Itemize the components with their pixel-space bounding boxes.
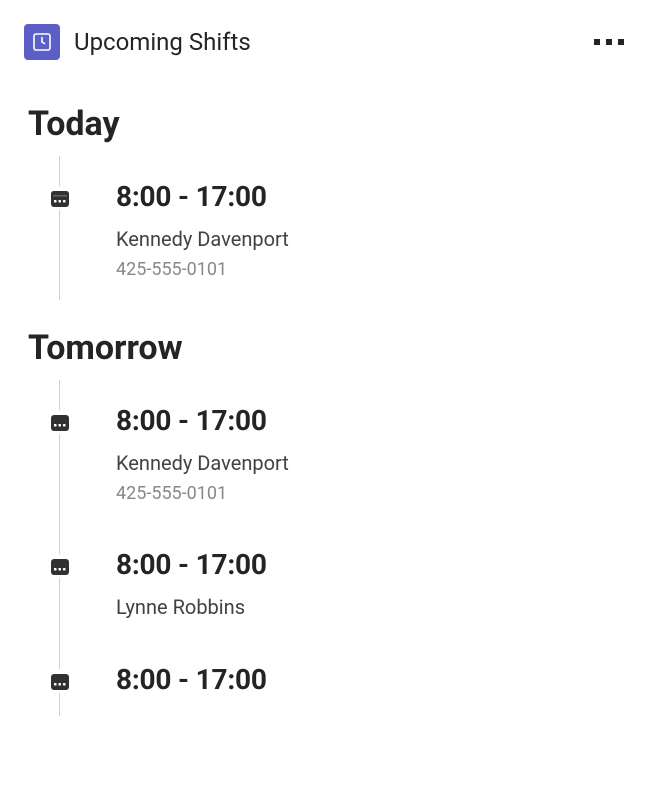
- calendar-icon: [48, 554, 72, 578]
- section-title: Today: [28, 104, 628, 144]
- more-icon: [618, 39, 624, 45]
- more-button[interactable]: [586, 31, 632, 53]
- clock-icon: [24, 24, 60, 60]
- header: Upcoming Shifts: [0, 0, 656, 76]
- section-tomorrow: Tomorrow 8:00 - 17:00 Kennedy Davenport …: [0, 328, 656, 716]
- shift-time: 8:00 - 17:00: [116, 663, 267, 696]
- shift-item[interactable]: 8:00 - 17:00 Lynne Robbins: [28, 524, 628, 639]
- shift-content: 8:00 - 17:00: [72, 663, 267, 696]
- timeline: 8:00 - 17:00 Kennedy Davenport 425-555-0…: [28, 156, 628, 300]
- timeline: 8:00 - 17:00 Kennedy Davenport 425-555-0…: [28, 380, 628, 716]
- more-icon: [606, 39, 612, 45]
- section-title: Tomorrow: [28, 328, 628, 368]
- shift-item[interactable]: 8:00 - 17:00 Kennedy Davenport 425-555-0…: [28, 156, 628, 300]
- shift-person-phone: 425-555-0101: [116, 259, 289, 280]
- shift-person-name: Kennedy Davenport: [116, 451, 289, 475]
- shift-content: 8:00 - 17:00 Kennedy Davenport 425-555-0…: [72, 180, 289, 280]
- section-today: Today 8:00 - 17:00 Kennedy Davenport 425…: [0, 104, 656, 300]
- shift-person-name: Lynne Robbins: [116, 595, 267, 619]
- shift-content: 8:00 - 17:00 Kennedy Davenport 425-555-0…: [72, 404, 289, 504]
- shift-time: 8:00 - 17:00: [116, 180, 289, 213]
- shift-item[interactable]: 8:00 - 17:00: [28, 639, 628, 716]
- page-title: Upcoming Shifts: [74, 28, 586, 56]
- shift-content: 8:00 - 17:00 Lynne Robbins: [72, 548, 267, 619]
- shift-time: 8:00 - 17:00: [116, 548, 267, 581]
- calendar-icon: [48, 186, 72, 210]
- shift-person-phone: 425-555-0101: [116, 483, 289, 504]
- calendar-icon: [48, 669, 72, 693]
- shift-item[interactable]: 8:00 - 17:00 Kennedy Davenport 425-555-0…: [28, 380, 628, 524]
- shift-person-name: Kennedy Davenport: [116, 227, 289, 251]
- shift-time: 8:00 - 17:00: [116, 404, 289, 437]
- more-icon: [594, 39, 600, 45]
- calendar-icon: [48, 410, 72, 434]
